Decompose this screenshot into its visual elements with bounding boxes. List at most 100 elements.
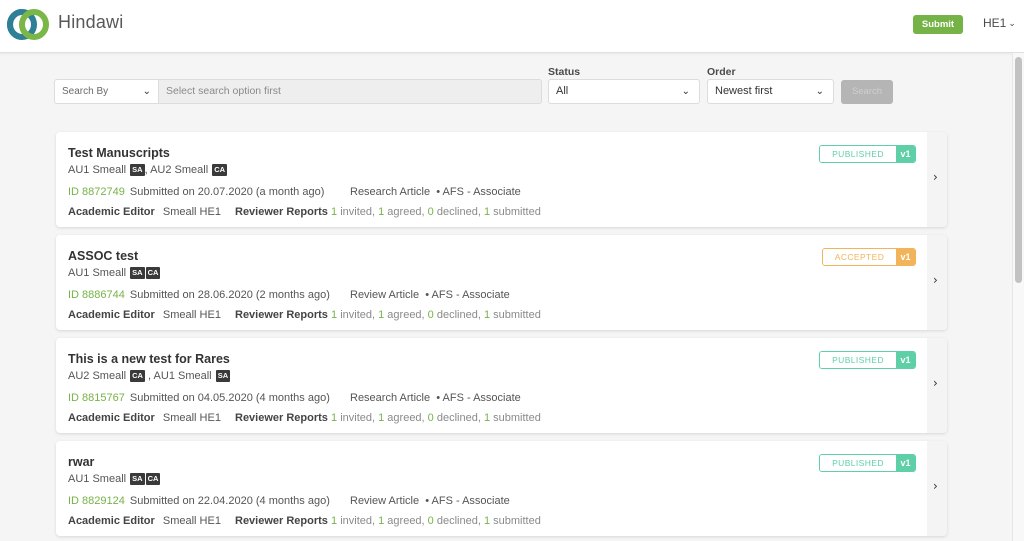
- manuscript-card[interactable]: This is a new test for Rares AU2 Smeall …: [56, 338, 947, 433]
- manuscript-id: ID 8872749: [68, 186, 125, 198]
- declined-count: 0: [427, 515, 434, 527]
- submitted-count: 1: [483, 206, 491, 218]
- invited-label: invited,: [340, 515, 376, 527]
- open-manuscript-button[interactable]: ›: [927, 235, 947, 330]
- submitted-date: Submitted on 04.05.2020 (4 months ago): [129, 392, 330, 404]
- chevron-down-icon: ⌄: [142, 86, 151, 97]
- editor-name: Smeall HE1: [162, 515, 221, 527]
- scrollbar-thumb[interactable]: [1015, 57, 1022, 283]
- article-type-section: Research Article • AFS - Associate: [350, 186, 521, 198]
- search-input[interactable]: Select search option first: [158, 79, 542, 104]
- submitted-count: 1: [483, 515, 491, 527]
- agreed-count: 1: [378, 515, 385, 527]
- manuscript-authors: AU2 Smeall CA , AU1 Smeall SA: [68, 370, 231, 382]
- search-by-select[interactable]: Search By ⌄: [54, 79, 159, 104]
- status-badge: PUBLISHED v1: [819, 145, 916, 163]
- submitted-count: 1: [483, 309, 491, 321]
- author-name: AU1 Smeall: [68, 164, 127, 176]
- reports-label: Reviewer Reports: [235, 309, 328, 321]
- status-badge: PUBLISHED v1: [819, 351, 916, 369]
- status-badge: ACCEPTED v1: [822, 248, 916, 266]
- open-manuscript-button[interactable]: ›: [927, 132, 947, 227]
- author-name: AU2 Smeall: [150, 164, 209, 176]
- manuscript-meta: ID 8829124 Submitted on 22.04.2020 (4 mon…: [68, 495, 510, 507]
- scrollbar[interactable]: [1012, 53, 1024, 541]
- author-name: AU1 Smeall: [68, 267, 127, 279]
- chevron-down-icon: ⌄: [815, 86, 824, 97]
- declined-label: declined,: [436, 206, 481, 218]
- search-button[interactable]: Search: [841, 80, 893, 104]
- editor-label: Academic Editor: [68, 515, 155, 527]
- section-name: AFS - Associate: [431, 495, 510, 507]
- manuscript-card[interactable]: rwar AU1 Smeall SA CA ID 8829124 Submitted…: [56, 441, 947, 536]
- status-select[interactable]: All ⌄: [548, 79, 700, 104]
- editor-label: Academic Editor: [68, 309, 155, 321]
- manuscript-title[interactable]: This is a new test for Rares: [68, 352, 230, 366]
- submitted-label: submitted: [493, 412, 541, 424]
- author-role-tag: SA: [215, 370, 231, 382]
- manuscript-title[interactable]: ASSOC test: [68, 249, 138, 263]
- agreed-count: 1: [378, 309, 385, 321]
- bullet: •: [425, 495, 430, 507]
- declined-label: declined,: [436, 515, 481, 527]
- open-manuscript-button[interactable]: ›: [927, 338, 947, 433]
- invited-label: invited,: [340, 412, 376, 424]
- declined-label: declined,: [436, 412, 481, 424]
- top-header: Hindawi Submit HE1 ⌄: [0, 0, 1024, 53]
- bullet: •: [425, 289, 430, 301]
- agreed-label: agreed,: [387, 206, 425, 218]
- reviewer-reports: Reviewer Reports 1 invited, 1 agreed, 0 …: [235, 515, 541, 527]
- reports-label: Reviewer Reports: [235, 412, 328, 424]
- manuscript-title[interactable]: Test Manuscripts: [68, 146, 170, 160]
- version-label: v1: [896, 146, 915, 162]
- author-role-tag: SA: [130, 473, 145, 485]
- status-badge: PUBLISHED v1: [819, 454, 916, 472]
- article-type: Review Article: [350, 289, 420, 301]
- open-manuscript-button[interactable]: ›: [927, 441, 947, 536]
- version-label: v1: [896, 455, 915, 471]
- academic-editor: Academic Editor Smeall HE1: [68, 206, 221, 218]
- chevron-down-icon: ⌄: [681, 86, 690, 97]
- section-name: AFS - Associate: [442, 392, 521, 404]
- reviewer-reports: Reviewer Reports 1 invited, 1 agreed, 0 …: [235, 309, 541, 321]
- submitted-date: Submitted on 20.07.2020 (a month ago): [129, 186, 325, 198]
- submit-button[interactable]: Submit: [913, 15, 963, 34]
- status-label: PUBLISHED: [820, 146, 896, 162]
- agreed-label: agreed,: [387, 412, 425, 424]
- manuscript-meta: ID 8872749 Submitted on 20.07.2020 (a mon…: [68, 186, 521, 198]
- reviewer-reports: Reviewer Reports 1 invited, 1 agreed, 0 …: [235, 412, 541, 424]
- section-name: AFS - Associate: [431, 289, 510, 301]
- bullet: •: [436, 392, 441, 404]
- author-role-tag: CA: [145, 473, 161, 485]
- manuscript-title[interactable]: rwar: [68, 455, 94, 469]
- author-role-tag: CA: [212, 164, 228, 176]
- manuscript-card[interactable]: Test Manuscripts AU1 Smeall SA, AU2 Smea…: [56, 132, 947, 227]
- manuscript-id: ID 8815767: [68, 392, 125, 404]
- invited-count: 1: [331, 309, 338, 321]
- order-select[interactable]: Newest first ⌄: [707, 79, 834, 104]
- manuscript-authors: AU1 Smeall SA CA: [68, 473, 161, 485]
- status-select-value: All: [556, 85, 569, 97]
- agreed-count: 1: [378, 206, 385, 218]
- submitted-date: Submitted on 22.04.2020 (4 months ago): [129, 495, 330, 507]
- submitted-label: submitted: [493, 206, 541, 218]
- manuscript-card[interactable]: ASSOC test AU1 Smeall SA CA ID 8886744 Sub…: [56, 235, 947, 330]
- academic-editor: Academic Editor Smeall HE1: [68, 412, 221, 424]
- academic-editor: Academic Editor Smeall HE1: [68, 515, 221, 527]
- editor-name: Smeall HE1: [162, 206, 221, 218]
- manuscript-id: ID 8829124: [68, 495, 125, 507]
- manuscript-meta: ID 8886744 Submitted on 28.06.2020 (2 mon…: [68, 289, 510, 301]
- agreed-label: agreed,: [387, 309, 425, 321]
- invited-label: invited,: [340, 206, 376, 218]
- search-by-label: Search By: [62, 86, 109, 97]
- article-type-section: Research Article • AFS - Associate: [350, 392, 521, 404]
- declined-count: 0: [427, 309, 434, 321]
- author-role-tag: SA: [130, 164, 145, 176]
- agreed-label: agreed,: [387, 515, 425, 527]
- brand-name[interactable]: Hindawi: [58, 12, 123, 33]
- manuscript-authors: AU1 Smeall SA, AU2 Smeall CA: [68, 164, 228, 176]
- user-menu[interactable]: HE1 ⌄: [983, 16, 1016, 30]
- author-role-tag: CA: [145, 267, 161, 279]
- agreed-count: 1: [378, 412, 385, 424]
- hindawi-logo-icon[interactable]: [6, 8, 50, 41]
